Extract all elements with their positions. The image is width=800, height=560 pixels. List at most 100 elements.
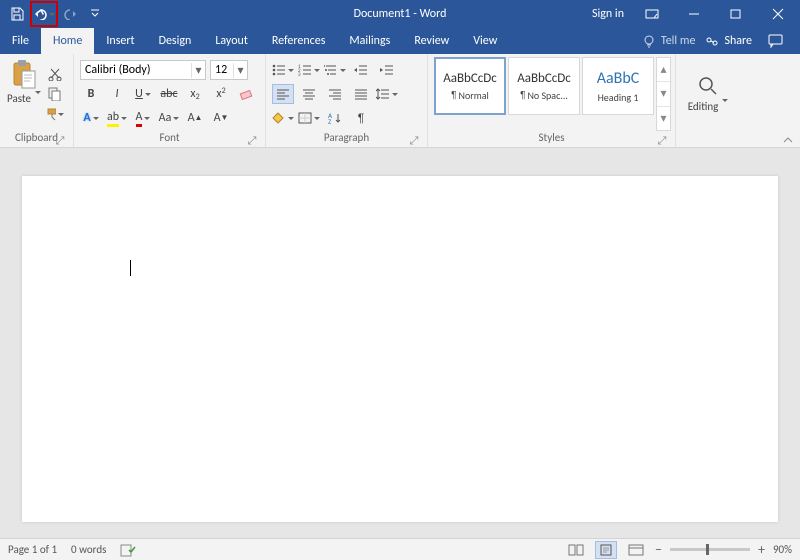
gallery-up-button[interactable]: ▴ <box>657 58 670 82</box>
clipboard-dialog-launcher[interactable]: ⤢ <box>55 136 65 146</box>
grow-font-button[interactable]: A▲ <box>184 108 206 128</box>
gallery-more-button[interactable]: ▾ <box>657 107 670 130</box>
tab-insert[interactable]: Insert <box>94 28 146 54</box>
underline-button[interactable]: U <box>132 84 154 104</box>
cut-button[interactable] <box>46 65 64 83</box>
undo-button[interactable] <box>33 3 55 25</box>
clipboard-group-label: Clipboard <box>15 131 58 144</box>
bold-button[interactable]: B <box>80 84 102 104</box>
style-no-spacing[interactable]: AaBbCcDc ¶No Spac... <box>508 57 580 115</box>
font-size-input[interactable] <box>211 61 233 79</box>
page-indicator[interactable]: Page 1 of 1 <box>8 543 57 556</box>
collapse-ribbon-button[interactable] <box>782 135 794 145</box>
tab-layout[interactable]: Layout <box>203 28 260 54</box>
minimize-button[interactable] <box>680 2 708 26</box>
sign-in-link[interactable]: Sign in <box>592 7 624 21</box>
align-right-icon <box>328 88 342 100</box>
maximize-icon <box>730 8 742 20</box>
tab-review[interactable]: Review <box>402 28 461 54</box>
strikethrough-button[interactable]: abc <box>158 84 180 104</box>
redo-button[interactable] <box>60 3 82 25</box>
align-left-button[interactable] <box>272 84 294 104</box>
ribbon-display-options-button[interactable] <box>638 2 666 26</box>
tab-design[interactable]: Design <box>147 28 204 54</box>
zoom-slider-thumb[interactable] <box>706 544 709 555</box>
zoom-slider[interactable] <box>670 548 750 551</box>
show-hide-button[interactable]: ¶ <box>350 108 372 128</box>
align-center-button[interactable] <box>298 84 320 104</box>
group-styles: AaBbCcDc ¶Normal AaBbCcDc ¶No Spac... Aa… <box>428 54 676 147</box>
share-button[interactable]: Share <box>705 34 752 48</box>
read-mode-button[interactable] <box>565 541 587 559</box>
line-spacing-button[interactable] <box>376 84 398 104</box>
justify-button[interactable] <box>350 84 372 104</box>
svg-text:3: 3 <box>298 72 301 76</box>
tell-me-search[interactable]: Tell me <box>642 34 696 48</box>
copy-button[interactable] <box>46 85 64 103</box>
shrink-font-button[interactable]: A▼ <box>210 108 232 128</box>
spell-check-button[interactable] <box>120 543 136 557</box>
font-name-input[interactable] <box>81 61 191 79</box>
minimize-icon <box>688 8 700 20</box>
line-spacing-icon <box>376 88 390 100</box>
shading-button[interactable] <box>272 108 294 128</box>
web-layout-button[interactable] <box>625 541 647 559</box>
text-cursor <box>130 260 131 276</box>
styles-dialog-launcher[interactable]: ⤢ <box>657 136 667 146</box>
close-button[interactable] <box>764 2 792 26</box>
subscript-button[interactable]: x2 <box>184 84 206 104</box>
change-case-button[interactable]: Aa <box>158 108 180 128</box>
qat-customize-button[interactable] <box>84 3 106 25</box>
increase-indent-button[interactable] <box>376 60 398 80</box>
tab-view[interactable]: View <box>461 28 509 54</box>
word-count[interactable]: 0 words <box>71 543 106 556</box>
multilevel-list-button[interactable] <box>324 60 346 80</box>
maximize-button[interactable] <box>722 2 750 26</box>
bullets-button[interactable] <box>272 60 294 80</box>
tab-home[interactable]: Home <box>41 28 94 54</box>
multilevel-icon <box>324 64 338 76</box>
document-page[interactable] <box>22 176 778 522</box>
italic-button[interactable]: I <box>106 84 128 104</box>
bullets-icon <box>272 64 286 76</box>
styles-gallery: AaBbCcDc ¶Normal AaBbCcDc ¶No Spac... Aa… <box>434 57 671 131</box>
font-size-combo[interactable]: ▾ <box>210 60 248 80</box>
numbering-icon: 123 <box>298 64 312 76</box>
save-button[interactable] <box>6 3 28 25</box>
font-size-dropdown[interactable]: ▾ <box>233 63 247 78</box>
zoom-level[interactable]: 90% <box>773 543 792 556</box>
superscript-button[interactable]: x2 <box>210 84 232 104</box>
style-normal[interactable]: AaBbCcDc ¶Normal <box>434 57 506 115</box>
zoom-out-button[interactable]: − <box>655 541 662 558</box>
clear-formatting-button[interactable] <box>236 84 258 104</box>
comments-button[interactable] <box>762 29 790 53</box>
align-right-button[interactable] <box>324 84 346 104</box>
font-dialog-launcher[interactable]: ⤢ <box>247 136 257 146</box>
tab-mailings[interactable]: Mailings <box>337 28 402 54</box>
gallery-down-button[interactable]: ▾ <box>657 82 670 106</box>
ribbon-tabs: File Home Insert Design Layout Reference… <box>0 28 800 54</box>
font-name-combo[interactable]: ▾ <box>80 60 206 80</box>
borders-button[interactable] <box>298 108 320 128</box>
proofing-icon <box>120 543 136 557</box>
sort-button[interactable]: AZ <box>324 108 346 128</box>
numbering-button[interactable]: 123 <box>298 60 320 80</box>
tab-references[interactable]: References <box>260 28 338 54</box>
text-effects-button[interactable]: A <box>80 108 102 128</box>
paste-button[interactable]: Paste <box>6 57 42 131</box>
highlight-button[interactable]: ab <box>106 108 128 128</box>
font-color-button[interactable]: A <box>132 108 154 128</box>
tab-file[interactable]: File <box>0 28 41 54</box>
borders-icon <box>298 112 312 124</box>
format-painter-button[interactable] <box>46 105 64 123</box>
zoom-in-button[interactable]: + <box>758 541 765 558</box>
style-heading1-label: Heading 1 <box>598 91 639 104</box>
decrease-indent-button[interactable] <box>350 60 372 80</box>
font-name-dropdown[interactable]: ▾ <box>191 63 205 78</box>
print-layout-button[interactable] <box>595 541 617 559</box>
editing-menu[interactable]: Editing <box>682 57 734 131</box>
style-heading1[interactable]: AaBbC Heading 1 <box>582 57 654 115</box>
paragraph-dialog-launcher[interactable]: ⤢ <box>409 136 419 146</box>
group-clipboard: Paste Clipboard⤢ <box>0 54 74 147</box>
justify-icon <box>354 88 368 100</box>
